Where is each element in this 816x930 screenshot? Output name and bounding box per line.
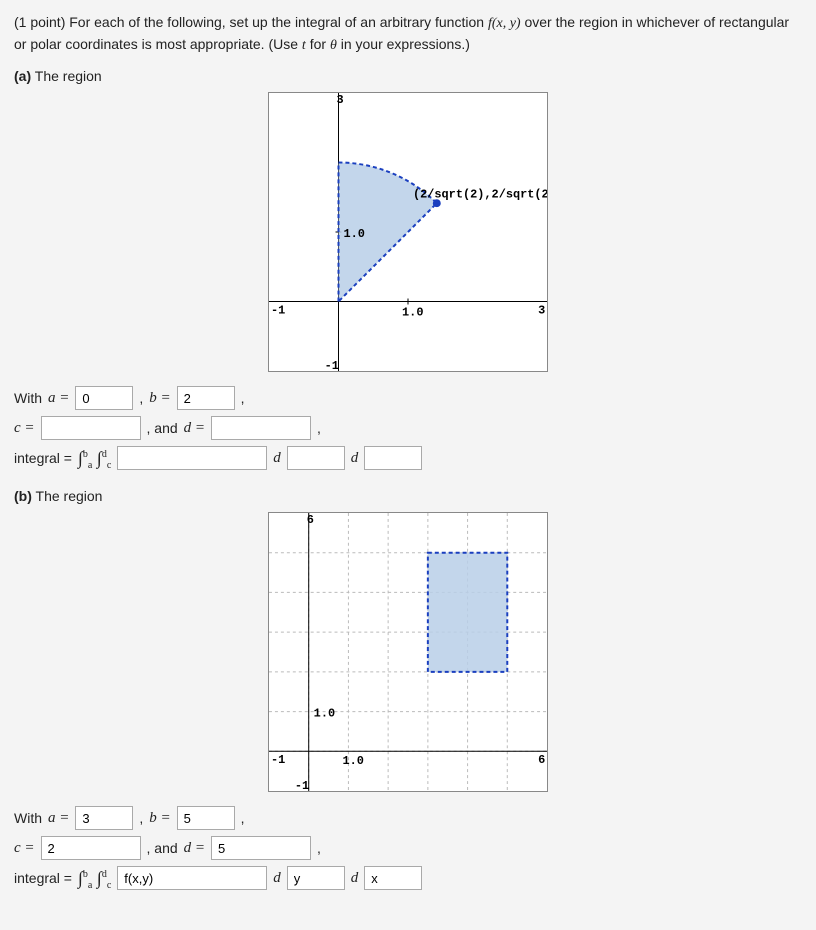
svg-text:-1: -1 (325, 359, 339, 372)
prompt-text-1: For each of the following, set up the in… (69, 14, 488, 30)
part-a-label: (a) The region (14, 68, 802, 84)
d-symbol: d (351, 450, 359, 467)
d-symbol: d (273, 450, 281, 467)
prompt-func: f(x, y) (488, 16, 521, 31)
part-a-dvar2-input[interactable] (364, 446, 422, 470)
svg-text:6: 6 (307, 513, 314, 527)
part-a-cd-row: c = , and d = , (14, 416, 802, 440)
integral-word: integral = (14, 450, 72, 466)
and-text: , and (147, 420, 178, 436)
part-b-a-input[interactable] (75, 806, 133, 830)
c-label: c = (14, 420, 35, 437)
part-b-dvar2-input[interactable] (364, 866, 422, 890)
part-a-dvar1-input[interactable] (287, 446, 345, 470)
double-integral-icon: ∫ba ∫dc (78, 868, 111, 889)
part-b-graph: 1.0 1.0 6 6 -1 -1 (268, 512, 548, 792)
svg-text:1.0: 1.0 (314, 707, 335, 721)
svg-text:1.0: 1.0 (402, 305, 423, 319)
part-b-dvar1-input[interactable] (287, 866, 345, 890)
comma: , (241, 810, 245, 826)
point-label: (2/sqrt(2),2/sqrt(2)) (413, 187, 548, 201)
d-symbol: d (273, 870, 281, 887)
svg-text:-1: -1 (271, 303, 285, 317)
comma: , (241, 390, 245, 406)
svg-text:1.0: 1.0 (342, 754, 363, 768)
svg-text:-1: -1 (295, 779, 309, 792)
b-label: b = (149, 810, 170, 827)
part-a-a-input[interactable] (75, 386, 133, 410)
part-b-integrand-input[interactable] (117, 866, 267, 890)
part-a-integrand-input[interactable] (117, 446, 267, 470)
prompt-theta: θ (330, 38, 337, 53)
d-label: d = (184, 420, 205, 437)
part-b-c-input[interactable] (41, 836, 141, 860)
integral-word: integral = (14, 870, 72, 886)
and-text: , and (147, 840, 178, 856)
c-label: c = (14, 840, 35, 857)
svg-text:1.0: 1.0 (343, 227, 364, 241)
double-integral-icon: ∫ba ∫dc (78, 448, 111, 469)
d-label: d = (184, 840, 205, 857)
part-a-integral-row: integral = ∫ba ∫dc d d (14, 446, 802, 470)
prompt-text-4: in your expressions.) (337, 36, 470, 52)
part-a-b-input[interactable] (177, 386, 235, 410)
part-b-d-input[interactable] (211, 836, 311, 860)
part-b-cd-row: c = , and d = , (14, 836, 802, 860)
part-a-c-input[interactable] (41, 416, 141, 440)
prompt-text-3: for (306, 36, 330, 52)
svg-text:6: 6 (538, 753, 545, 767)
svg-text:3: 3 (337, 93, 344, 107)
svg-text:-1: -1 (271, 753, 285, 767)
part-b-b-input[interactable] (177, 806, 235, 830)
comma: , (317, 840, 321, 856)
part-b-label: (b) The region (14, 488, 802, 504)
a-label: a = (48, 810, 69, 827)
comma: , (317, 420, 321, 436)
part-a-graph: (2/sqrt(2),2/sqrt(2)) 1.0 1.0 3 3 -1 -1 (268, 92, 548, 372)
points-prefix: (1 point) (14, 14, 69, 30)
part-b-integral-row: integral = ∫ba ∫dc d d (14, 866, 802, 890)
d-symbol: d (351, 870, 359, 887)
a-label: a = (48, 390, 69, 407)
part-a-d-input[interactable] (211, 416, 311, 440)
part-a-ab-row: With a = , b = , (14, 386, 802, 410)
svg-text:3: 3 (538, 303, 545, 317)
part-b-ab-row: With a = , b = , (14, 806, 802, 830)
question-prompt: (1 point) For each of the following, set… (14, 12, 802, 56)
b-label: b = (149, 390, 170, 407)
